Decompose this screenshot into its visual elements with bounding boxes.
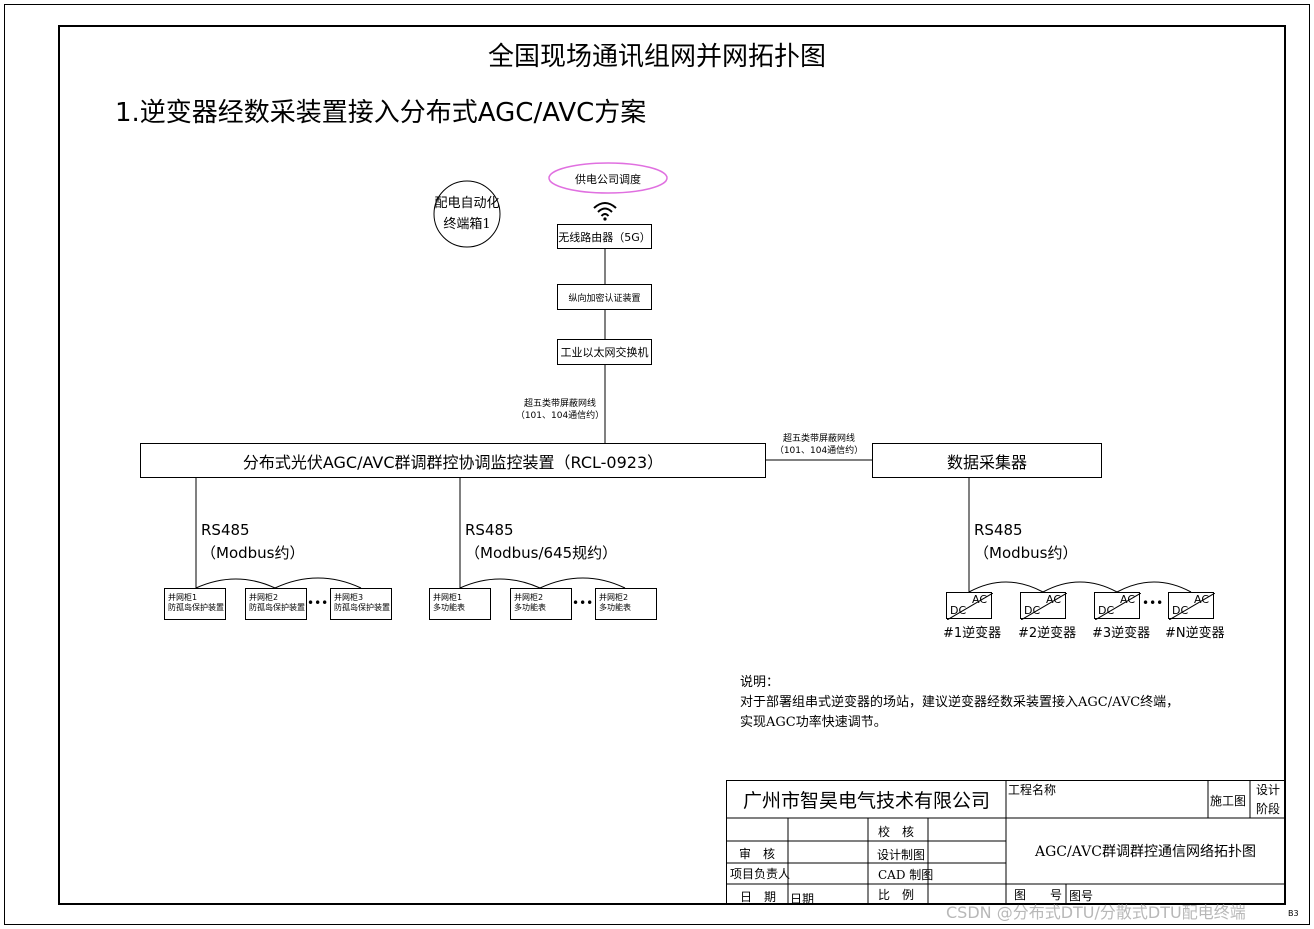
cad-drawing-label: CAD 制图 xyxy=(878,868,934,882)
date-label: 日 期 xyxy=(740,890,777,904)
stage-label-line2: 阶段 xyxy=(1256,802,1281,816)
company-name: 广州市智昊电气技术有限公司 xyxy=(742,790,990,812)
scale-label: 比 例 xyxy=(878,888,915,902)
title-block-grid xyxy=(726,780,1285,904)
check-label: 校 核 xyxy=(878,825,915,839)
date-value: 日期 xyxy=(790,892,815,906)
drawing-title: AGC/AVC群调群控通信网络拓扑图 xyxy=(1035,844,1256,860)
stage-label-line1: 设计 xyxy=(1256,783,1281,797)
project-lead-label: 项目负责人 xyxy=(730,867,791,881)
project-name-label: 工程名称 xyxy=(1008,783,1057,797)
design-drawing-label: 设计制图 xyxy=(877,848,926,862)
csdn-watermark: CSDN @分布式DTU/分散式DTU配电终端 xyxy=(946,903,1246,922)
stage-label: 设计 阶段 xyxy=(1256,781,1280,819)
stage-value: 施工图 xyxy=(1210,794,1247,808)
sheet-size-mark: B3 xyxy=(1288,909,1299,918)
review-label: 审 核 xyxy=(739,847,776,861)
